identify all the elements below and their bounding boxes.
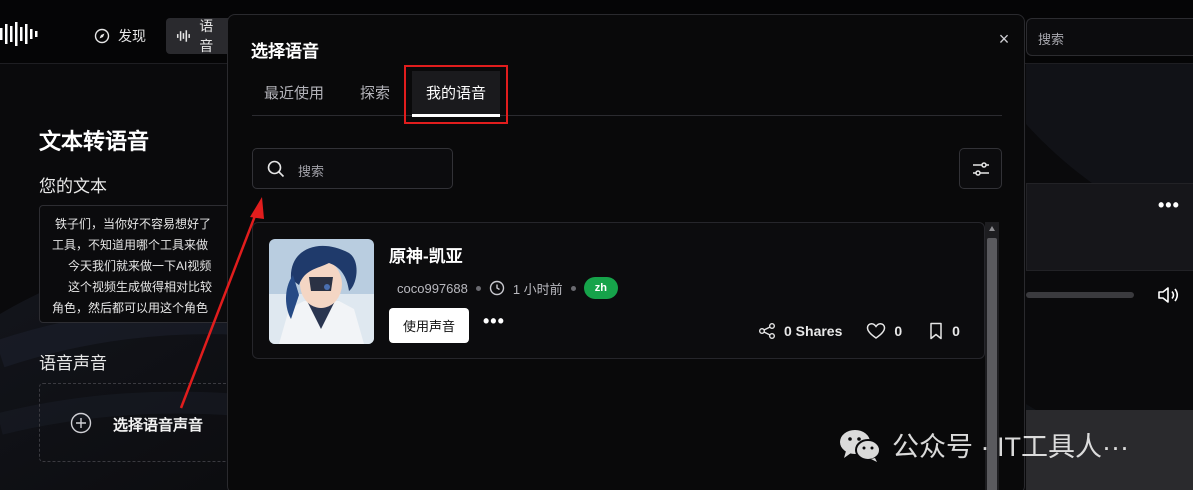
watermark: 公众号 · IT工具人··· bbox=[838, 425, 1129, 464]
use-voice-button[interactable]: 使用声音 bbox=[389, 308, 469, 343]
nav-discover-label: 发现 bbox=[118, 28, 146, 44]
filter-button[interactable] bbox=[959, 148, 1002, 189]
page-title: 文本转语音 bbox=[39, 129, 150, 154]
audio-progress-bar[interactable] bbox=[1026, 292, 1134, 298]
voice-label: 语音声音 bbox=[39, 354, 107, 373]
highlight-annotation bbox=[404, 65, 508, 124]
compass-icon bbox=[94, 28, 110, 44]
separator-dot bbox=[475, 285, 481, 291]
voice-created-time: 1 小时前 bbox=[512, 281, 563, 297]
search-icon bbox=[267, 160, 285, 178]
close-icon[interactable]: × bbox=[994, 29, 1014, 49]
heart-icon bbox=[867, 322, 886, 339]
tab-recent[interactable]: 最近使用 bbox=[264, 71, 324, 116]
select-voice-modal: 选择语音 × 最近使用 探索 我的语音 搜索 原神-凯亚 coco997688 … bbox=[227, 14, 1025, 490]
text-input-area[interactable]: 铁子们，当你好不容易想好了 工具，不知道用哪个工具来做 今天我们就来做一下AI视… bbox=[39, 205, 239, 323]
share-stat[interactable]: 0 Shares bbox=[758, 322, 842, 340]
voice-name: 原神-凯亚 bbox=[389, 247, 463, 266]
share-icon bbox=[759, 323, 775, 339]
nav-voice-label: 语音 bbox=[199, 18, 214, 54]
watermark-text: 公众号 · IT工具人··· bbox=[892, 432, 1129, 462]
nav-discover[interactable]: 发现 bbox=[84, 18, 156, 54]
tab-explore[interactable]: 探索 bbox=[360, 71, 390, 116]
voice-author[interactable]: coco997688 bbox=[397, 281, 468, 296]
separator-dot bbox=[570, 285, 576, 291]
text-line: 工具，不知道用哪个工具来做 bbox=[52, 238, 209, 252]
voice-meta: coco997688 1 小时前 zh bbox=[397, 277, 618, 299]
your-text-label: 您的文本 bbox=[39, 177, 107, 196]
sliders-icon bbox=[973, 162, 989, 176]
language-badge: zh bbox=[583, 277, 618, 299]
like-stat[interactable]: 0 bbox=[866, 322, 902, 340]
like-count: 0 bbox=[894, 323, 903, 339]
volume-icon[interactable] bbox=[1156, 284, 1182, 306]
logo-icon[interactable] bbox=[0, 22, 40, 46]
bookmark-count: 0 bbox=[952, 323, 960, 339]
card-more-icon[interactable]: ••• bbox=[483, 311, 505, 332]
voice-stats: 0 Shares 0 0 bbox=[758, 319, 960, 343]
nav-voice[interactable]: 语音 bbox=[166, 18, 236, 54]
bookmark-icon bbox=[930, 322, 942, 340]
voice-search-placeholder: 搜索 bbox=[298, 164, 325, 179]
scroll-up-arrow[interactable] bbox=[989, 226, 995, 231]
audio-wave-icon bbox=[176, 30, 190, 42]
clock-icon bbox=[489, 280, 505, 296]
voice-tabs: 最近使用 探索 我的语音 bbox=[252, 71, 1002, 117]
voice-avatar bbox=[269, 239, 374, 344]
top-search-input[interactable]: 搜索 bbox=[1026, 18, 1193, 56]
text-line: 今天我们就来做一下AI视频 bbox=[68, 259, 212, 273]
modal-title: 选择语音 bbox=[251, 42, 319, 61]
text-line: 铁子们，当你好不容易想好了 bbox=[55, 217, 212, 231]
voice-card[interactable]: 原神-凯亚 coco997688 1 小时前 zh 使用声音 ••• 0 Sha… bbox=[252, 222, 985, 359]
select-voice-button[interactable]: 选择语音声音 bbox=[39, 383, 239, 462]
text-line: 角色，然后都可以用这个角色 bbox=[52, 301, 209, 315]
more-options-icon[interactable]: ••• bbox=[1158, 195, 1180, 216]
top-search-placeholder: 搜索 bbox=[1038, 32, 1065, 47]
wechat-icon bbox=[840, 429, 881, 462]
select-voice-label: 选择语音声音 bbox=[113, 417, 204, 434]
text-line: 这个视频生成做得相对比较 bbox=[68, 280, 213, 294]
plus-circle-icon bbox=[70, 412, 92, 434]
share-count: 0 Shares bbox=[784, 323, 843, 339]
voice-search-input[interactable]: 搜索 bbox=[252, 148, 453, 189]
bookmark-stat[interactable]: 0 bbox=[928, 322, 960, 340]
